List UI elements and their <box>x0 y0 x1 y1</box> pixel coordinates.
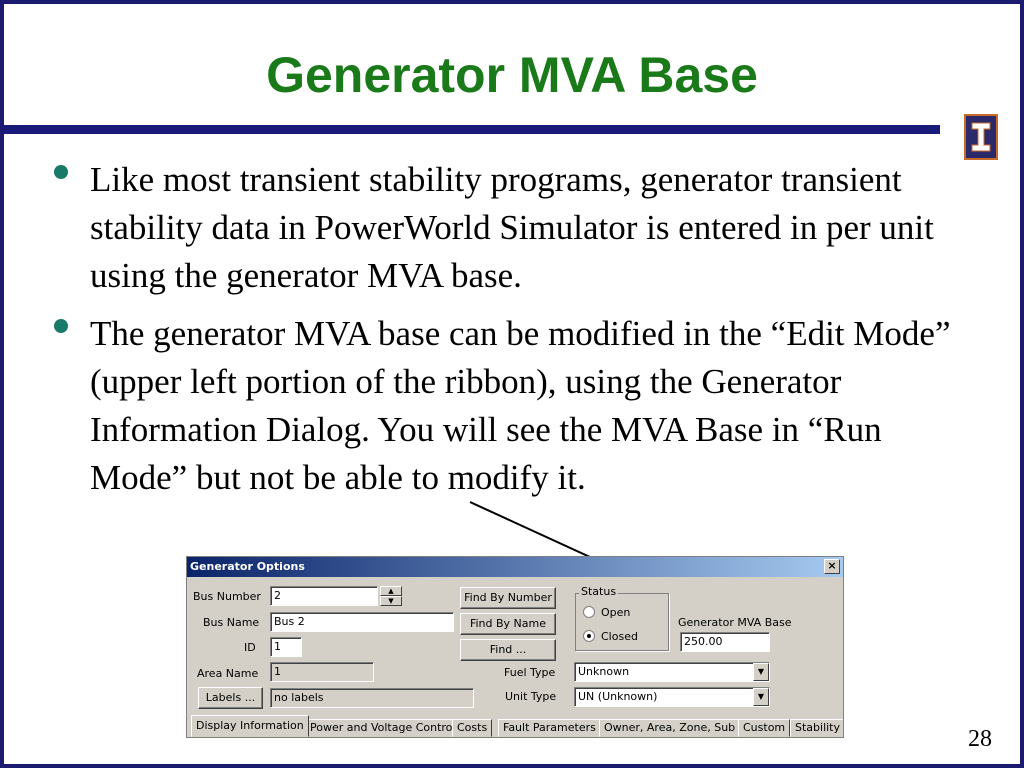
id-label: ID <box>244 641 256 654</box>
find-by-name-button[interactable]: Find By Name <box>460 613 556 635</box>
tab-fault-parameters[interactable]: Fault Parameters <box>498 719 601 737</box>
title-rule <box>4 125 940 134</box>
unit-type-select[interactable]: UN (Unknown) ▼ <box>574 687 770 707</box>
fuel-type-value: Unknown <box>578 665 630 678</box>
area-name-field: 1 <box>270 662 374 682</box>
mva-base-input[interactable]: 250.00 <box>680 632 770 652</box>
bus-number-input[interactable]: 2 <box>270 586 378 606</box>
area-name-label: Area Name <box>197 667 259 680</box>
labels-button[interactable]: Labels ... <box>198 687 263 709</box>
fuel-type-label: Fuel Type <box>504 666 556 679</box>
bullet-text: The generator MVA base can be modified i… <box>90 314 951 497</box>
generator-options-dialog: Generator Options × Bus Number 2 ▲ ▼ Bus… <box>186 556 844 738</box>
close-button[interactable]: × <box>824 559 840 574</box>
slide-title: Generator MVA Base <box>266 47 758 103</box>
tab-strip: Display Information Power and Voltage Co… <box>189 715 843 737</box>
tab-costs[interactable]: Costs <box>452 719 493 737</box>
bus-name-input[interactable]: Bus 2 <box>270 612 454 632</box>
bus-name-label: Bus Name <box>203 616 260 629</box>
tab-display-information[interactable]: Display Information <box>191 715 309 737</box>
tab-stability[interactable]: Stability <box>790 719 843 737</box>
slide: Generator MVA Base Like most transient s… <box>0 0 1024 768</box>
bullet-icon <box>54 165 68 179</box>
labels-field: no labels <box>270 688 474 708</box>
tab-custom[interactable]: Custom <box>738 719 791 737</box>
unit-type-label: Unit Type <box>505 690 557 703</box>
spin-down-icon[interactable]: ▼ <box>380 596 402 606</box>
find-button[interactable]: Find ... <box>460 639 556 661</box>
chevron-down-icon[interactable]: ▼ <box>753 688 769 706</box>
id-input[interactable]: 1 <box>270 637 302 657</box>
bullet-icon <box>54 319 68 333</box>
bullet-text: Like most transient stability programs, … <box>90 160 934 295</box>
dialog-titlebar[interactable]: Generator Options <box>187 557 843 577</box>
unit-type-value: UN (Unknown) <box>578 690 658 703</box>
mva-base-label: Generator MVA Base <box>678 616 792 629</box>
dialog-title: Generator Options <box>190 560 305 573</box>
spin-up-icon[interactable]: ▲ <box>380 586 402 596</box>
fuel-type-select[interactable]: Unknown ▼ <box>574 662 770 682</box>
tab-power-voltage-control[interactable]: Power and Voltage Control <box>305 719 461 737</box>
illinois-block-i-icon <box>964 114 998 160</box>
status-open-radio[interactable] <box>583 606 595 618</box>
chevron-down-icon[interactable]: ▼ <box>753 663 769 681</box>
find-by-number-button[interactable]: Find By Number <box>460 587 556 609</box>
bus-number-label: Bus Number <box>193 590 261 603</box>
tab-owner-area-zone-sub[interactable]: Owner, Area, Zone, Sub <box>599 719 741 737</box>
status-label: Status <box>579 585 619 598</box>
status-closed-label: Closed <box>601 630 638 643</box>
status-open-label: Open <box>601 606 631 619</box>
page-number: 28 <box>968 726 992 752</box>
status-closed-radio[interactable] <box>583 630 595 642</box>
